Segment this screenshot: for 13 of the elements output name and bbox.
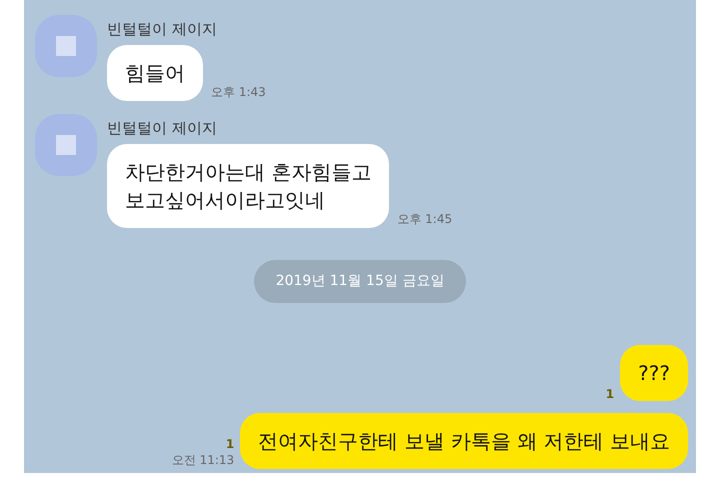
message-bubble: 힘들어 — [107, 45, 203, 101]
message-time: 오후 1:43 — [211, 84, 266, 101]
message-time: 오후 1:45 — [397, 211, 452, 228]
avatar-icon — [35, 114, 97, 176]
sender-name: 빈털털이 제이지 — [107, 19, 218, 39]
message-bubble: ??? — [620, 345, 688, 401]
unread-count: 1 — [606, 387, 614, 401]
unread-count: 1 — [226, 437, 234, 451]
message-bubble: 차단한거아는대 혼자힘들고 보고싶어서이라고잇네 — [107, 144, 390, 228]
avatar-icon — [35, 15, 97, 77]
message-time: 오전 11:13 — [172, 452, 234, 469]
sender-name: 빈털털이 제이지 — [107, 118, 218, 138]
message-bubble: 전여자친구한테 보낼 카톡을 왜 저한테 보내요 — [240, 413, 688, 469]
